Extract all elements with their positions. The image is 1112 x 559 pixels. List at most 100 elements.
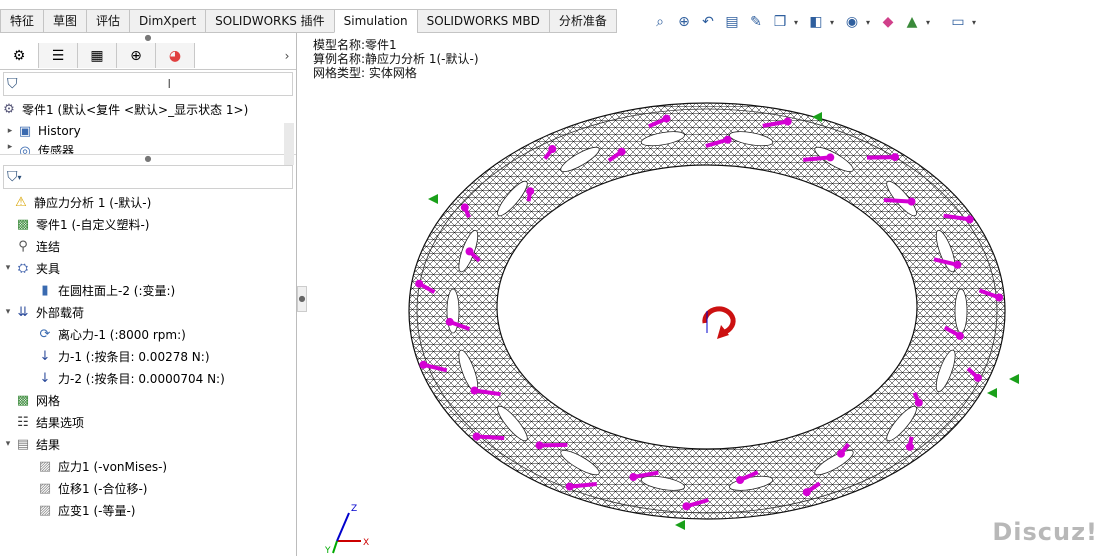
view-orientation-icon[interactable]: ❒ [770,12,790,32]
study-tree-item[interactable]: ▾ ⇊ 外部载荷 [0,301,296,323]
chevron-down-icon[interactable]: ▾ [2,439,14,449]
study-name-label: 算例名称:静应力分析 1(-默认-) [313,52,479,66]
panel-grip[interactable]: ● [0,33,296,43]
graphics-area[interactable]: X Z Y [297,33,1112,556]
filter-icon: ⛉ [7,76,18,92]
load-arrow-head [419,360,428,369]
tab-6[interactable]: SOLIDWORKS MBD [416,9,550,33]
zoom-to-fit-icon[interactable]: ⌕ [650,12,670,32]
study-tree-label: 静应力分析 1 (-默认-) [34,195,152,210]
simulation-study-tree: ⚠ 静应力分析 1 (-默认-) ▩ 零件1 (-自定义塑料-) ⚲ 连结 ▾ ⛭ 夹具 ▮ 在圆柱… [0,191,296,521]
study-tree-label: 网格 [36,393,61,408]
chevron-down-icon[interactable]: ▾ [972,18,980,27]
load-arrow-head [565,482,574,491]
load-arrow-head [802,488,811,497]
chevron-down-icon[interactable]: ▾ [18,173,22,182]
mesh-icon: ▩ [16,392,30,408]
dimxpert-manager-tab[interactable]: ⊕ [117,43,156,68]
tab-1[interactable]: 草图 [43,9,88,33]
load-arrow-head [629,473,638,481]
dynamic-annotation-icon[interactable]: ✎ [746,12,766,32]
study-tree-item[interactable]: ▨ 位移1 (-合位移-) [0,477,296,499]
chevron-right-icon[interactable]: › [278,43,296,69]
study-filter[interactable]: ⛉ ▾ [3,165,293,189]
panel-splitter[interactable]: ● [0,154,296,163]
chevron-down-icon[interactable]: ▾ [2,263,14,273]
tab-5[interactable]: Simulation [333,9,418,33]
tab-2[interactable]: 评估 [86,9,131,33]
ring-slot [954,288,968,334]
edit-appearance-icon[interactable]: ◆ [878,12,898,32]
previous-view-icon[interactable]: ↶ [698,12,718,32]
study-tree-label: 位移1 (-合位移-) [58,481,148,496]
study-tree-item[interactable]: ▾ ⛭ 夹具 [0,257,296,279]
tab-7[interactable]: 分析准备 [548,9,617,33]
zoom-area-icon[interactable]: ⊕ [674,12,694,32]
configuration-manager-tab[interactable]: ▦ [78,43,117,68]
load-arrow-shaft [476,434,505,441]
display-style-icon[interactable]: ◧ [806,12,826,32]
study-tree-item[interactable]: ☷ 结果选项 [0,411,296,433]
study-tree-item[interactable]: ▨ 应力1 (-vonMises-) [0,455,296,477]
study-tree-item[interactable]: ↓ 力-2 (:按条目: 0.0000704 N:) [0,367,296,389]
fixture-item-icon: ▮ [41,282,49,298]
tab-0[interactable]: 特征 [0,9,45,33]
feature-filter[interactable]: ⛉ I [3,72,293,96]
chevron-right-icon[interactable]: ▸ [4,142,16,152]
tree-sensors-row[interactable]: ▸ ◎ 传感器 [0,142,296,154]
apply-scene-icon[interactable]: ▲ [902,12,922,32]
section-view-icon[interactable]: ▤ [722,12,742,32]
study-tree-item[interactable]: ⚠ 静应力分析 1 (-默认-) [0,191,296,213]
load-arrow-head [470,386,479,395]
chevron-down-icon[interactable]: ▾ [926,18,934,27]
configuration-icon: ▦ [90,47,104,64]
display-manager-tab[interactable]: ◕ [156,43,195,68]
view-settings-icon[interactable]: ▭ [948,12,968,32]
study-tree-item[interactable]: ▩ 零件1 (-自定义塑料-) [0,213,296,235]
study-tree-label: 零件1 (-自定义塑料-) [36,217,150,232]
watermark-logo: Discuz! [992,518,1098,546]
study-tree-label: 在圆柱面上-2 (:变量:) [58,283,176,298]
chevron-down-icon[interactable]: ▾ [830,18,838,27]
property-manager-tab[interactable]: ☰ [39,43,78,68]
plot-icon: ▨ [38,480,52,496]
load-arrow-head [617,147,626,156]
model-view[interactable]: X Z Y [297,33,1112,556]
fixture-arrow [1009,374,1019,384]
study-tree-label: 连结 [36,239,61,254]
load-arrow-head [526,187,535,196]
load-arrow-head [891,153,899,162]
centrifugal-icon: ⟳ [39,326,51,342]
feature-tree-scrollbar[interactable] [284,123,294,165]
part-label: 零件1 (默认<复件 <默认>_显示状态 1>) [22,102,249,117]
chevron-right-icon[interactable]: ▸ [4,126,16,136]
study-tree-item[interactable]: ▮ 在圆柱面上-2 (:变量:) [0,279,296,301]
load-arrow-shaft [883,198,912,204]
tree-part-row[interactable]: ⚙ 零件1 (默认<复件 <默认>_显示状态 1>) [0,98,296,120]
study-tree-item[interactable]: ↓ 力-1 (:按条目: 0.00278 N:) [0,345,296,367]
chevron-down-icon[interactable]: ▾ [866,18,874,27]
chevron-down-icon[interactable]: ▾ [2,307,14,317]
load-arrow-head [682,502,691,511]
external-loads-icon: ⇊ [17,304,29,320]
tab-4[interactable]: SOLIDWORKS 插件 [205,9,335,33]
tree-history-row[interactable]: ▸ ▣ History [0,120,296,142]
load-arrow-head [662,114,671,123]
crosshair-icon: ⊕ [130,47,142,64]
study-tree-item[interactable]: ⚲ 连结 [0,235,296,257]
load-arrow-head [973,373,982,382]
study-tree-item[interactable]: ▨ 应变1 (-等量-) [0,499,296,521]
study-tree-item[interactable]: ⟳ 离心力-1 (:8000 rpm:) [0,323,296,345]
study-tree-item[interactable]: ▾ ▤ 结果 [0,433,296,455]
study-tree-item[interactable]: ▩ 网格 [0,389,296,411]
feature-manager-tab[interactable]: ⚙ [0,43,39,68]
property-list-icon: ☰ [51,47,65,64]
hide-show-icon[interactable]: ◉ [842,12,862,32]
load-arrow-head [826,153,835,162]
filter-icon: ⛉ [7,169,18,185]
tab-3[interactable]: DimXpert [129,9,207,33]
chevron-down-icon[interactable]: ▾ [794,18,802,27]
study-tree-label: 应变1 (-等量-) [58,503,136,518]
triad-x-label: X [363,538,369,548]
plot-icon: ▨ [38,458,52,474]
